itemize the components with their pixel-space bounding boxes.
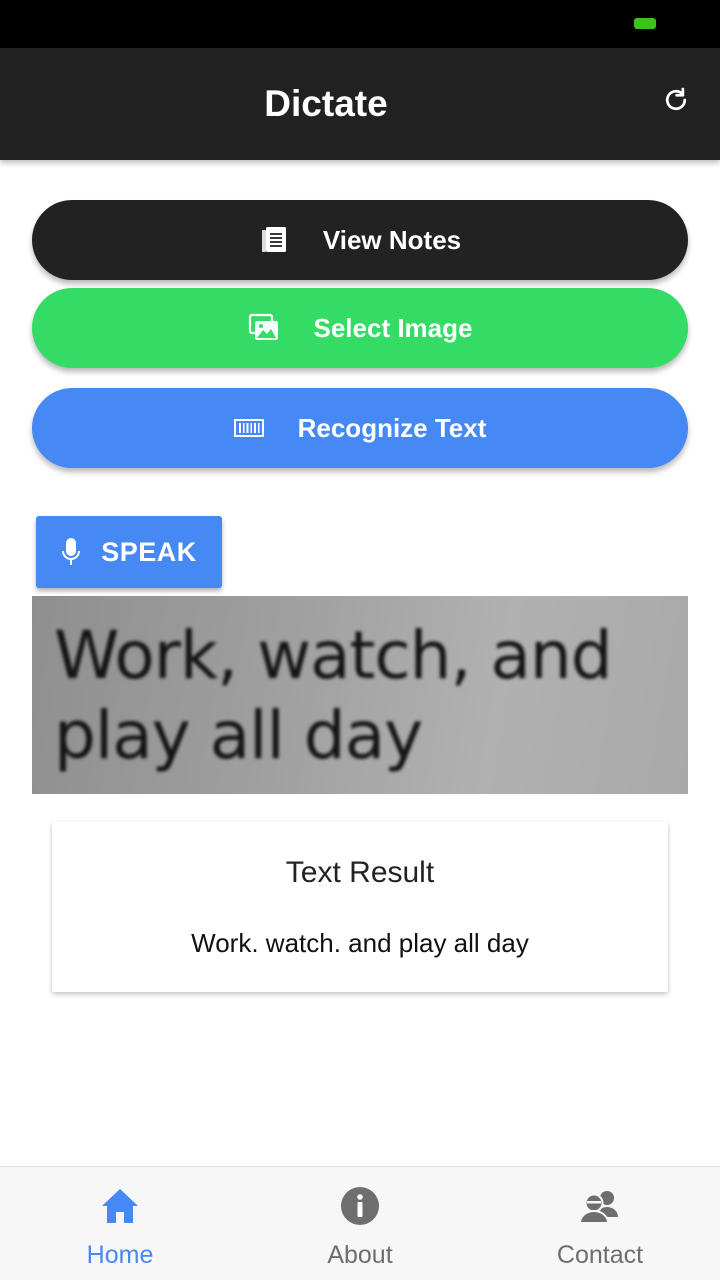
text-result-card: Text Result Work. watch. and play all da… <box>52 822 668 992</box>
nav-item-about[interactable]: About <box>240 1167 480 1281</box>
view-notes-button[interactable]: View Notes <box>32 200 688 280</box>
nav-label-home: Home <box>86 1241 154 1269</box>
recognize-text-button[interactable]: Recognize Text <box>32 388 688 468</box>
select-image-button[interactable]: Select Image <box>32 288 688 368</box>
nav-label-contact: Contact <box>556 1241 644 1269</box>
microphone-icon <box>61 537 81 567</box>
app-bar: Dictate <box>0 48 720 160</box>
info-icon <box>340 1185 380 1227</box>
home-icon <box>100 1185 140 1227</box>
speak-label: SPEAK <box>101 536 197 567</box>
recognize-text-label: Recognize Text <box>297 412 487 443</box>
photo-text: Work, watch, and play all day <box>54 617 613 774</box>
battery-icon <box>634 18 656 29</box>
image-icon <box>248 313 280 343</box>
result-title: Text Result <box>285 856 435 889</box>
status-bar <box>0 0 720 48</box>
nav-item-contact[interactable]: Contact <box>480 1167 720 1281</box>
nav-label-about: About <box>327 1241 393 1269</box>
app-title: Dictate <box>264 83 388 124</box>
speak-button[interactable]: SPEAK <box>36 516 222 588</box>
refresh-button[interactable] <box>658 82 694 118</box>
bottom-navigation: Home About Contact <box>0 1166 720 1280</box>
refresh-icon <box>665 87 687 111</box>
nav-item-home[interactable]: Home <box>0 1167 240 1281</box>
select-image-label: Select Image <box>313 312 473 343</box>
contacts-icon <box>578 1185 622 1227</box>
notes-icon <box>259 225 289 255</box>
selected-image-preview: Work, watch, and play all day <box>32 596 688 794</box>
result-text: Work. watch. and play all day <box>191 928 529 958</box>
barcode-icon <box>233 418 264 438</box>
view-notes-label: View Notes <box>322 224 462 255</box>
